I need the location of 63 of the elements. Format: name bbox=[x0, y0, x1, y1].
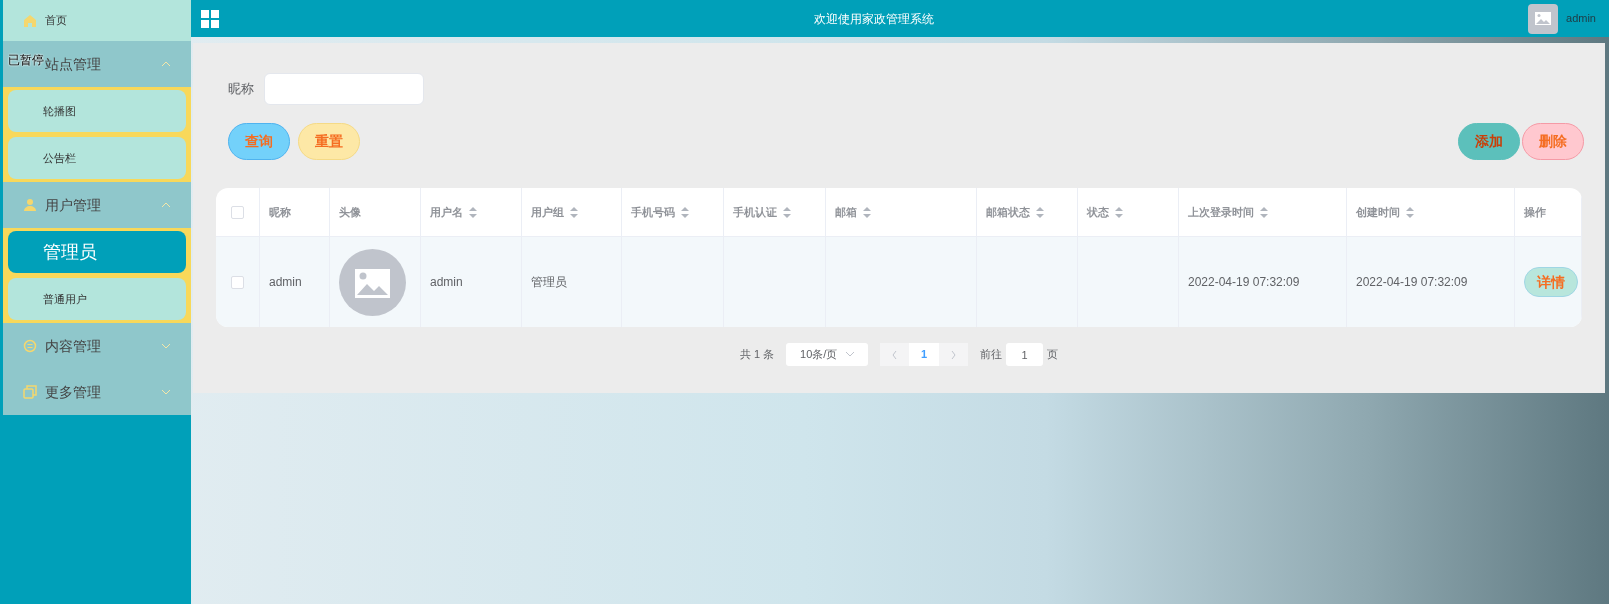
column-header: 手机号码 bbox=[631, 204, 675, 220]
menu-group[interactable]: 内容管理 bbox=[3, 323, 191, 369]
chat-icon bbox=[23, 339, 37, 353]
system-title: 欢迎使用家政管理系统 bbox=[812, 10, 935, 28]
submenu-item[interactable]: 管理员 bbox=[8, 231, 186, 273]
avatar-placeholder-icon bbox=[339, 248, 406, 316]
table-cell-text: 2022-04-19 07:32:09 bbox=[1188, 274, 1300, 291]
sort-icon[interactable] bbox=[1115, 206, 1123, 218]
grid-menu-icon[interactable] bbox=[201, 9, 219, 28]
sort-icon[interactable] bbox=[1406, 206, 1414, 218]
nickname-field[interactable] bbox=[264, 73, 424, 105]
submenu-item[interactable]: 公告栏 bbox=[8, 137, 186, 179]
prev-page-button[interactable] bbox=[880, 343, 910, 366]
sort-icon[interactable] bbox=[681, 206, 689, 218]
page-unit: 页 bbox=[1047, 347, 1059, 363]
goto-page-field[interactable]: 1 bbox=[1006, 343, 1044, 366]
sort-icon[interactable] bbox=[469, 206, 477, 218]
column-header: 用户组 bbox=[531, 204, 564, 220]
submenu-item[interactable]: 普通用户 bbox=[8, 278, 186, 320]
column-header: 邮箱 bbox=[835, 204, 857, 220]
chevron-left-icon bbox=[892, 350, 898, 359]
column-header: 邮箱状态 bbox=[986, 204, 1030, 220]
next-page-button[interactable] bbox=[939, 343, 969, 366]
username: admin bbox=[1566, 11, 1597, 27]
column-header: 创建时间 bbox=[1356, 204, 1400, 220]
column-header: 用户名 bbox=[430, 204, 463, 220]
sort-icon[interactable] bbox=[570, 206, 578, 218]
column-header: 上次登录时间 bbox=[1188, 204, 1254, 220]
copy-icon bbox=[23, 385, 37, 399]
column-header: 手机认证 bbox=[733, 204, 777, 220]
total-count: 共 1 条 bbox=[739, 347, 775, 363]
table-cell-text: 2022-04-19 07:32:09 bbox=[1356, 274, 1468, 291]
menu-item[interactable]: 首页 bbox=[3, 0, 191, 41]
chevron-down-icon bbox=[846, 352, 855, 357]
goto-label: 前往 bbox=[980, 347, 1003, 363]
field-label: 昵称 bbox=[228, 80, 254, 99]
chevron-icon bbox=[161, 343, 171, 349]
page-size-select[interactable]: 10条/页 bbox=[786, 343, 869, 366]
user-icon bbox=[23, 198, 37, 212]
paused-label: 已暂停 bbox=[8, 53, 44, 67]
table-cell-text: admin bbox=[430, 274, 463, 291]
table-cell-text: 管理员 bbox=[531, 274, 567, 291]
sort-icon[interactable] bbox=[783, 206, 791, 218]
home-icon bbox=[23, 13, 37, 28]
user-avatar-icon[interactable] bbox=[1528, 3, 1559, 34]
column-header: 状态 bbox=[1087, 204, 1109, 220]
column-header: 头像 bbox=[339, 204, 361, 220]
submenu-item[interactable]: 轮播图 bbox=[8, 90, 186, 132]
sort-icon[interactable] bbox=[1260, 206, 1268, 218]
sort-icon[interactable] bbox=[1036, 206, 1044, 218]
checkbox[interactable] bbox=[231, 205, 244, 219]
chevron-right-icon bbox=[951, 350, 957, 359]
chevron-icon bbox=[161, 61, 171, 67]
table-cell-text: admin bbox=[269, 274, 302, 291]
column-header: 操作 bbox=[1524, 204, 1546, 220]
menu-group[interactable]: 用户管理 bbox=[3, 182, 191, 228]
chevron-icon bbox=[161, 202, 171, 208]
checkbox[interactable] bbox=[231, 275, 244, 289]
column-header: 昵称 bbox=[269, 204, 291, 220]
sort-icon[interactable] bbox=[863, 206, 871, 218]
page-button[interactable]: 1 bbox=[909, 343, 940, 366]
menu-group[interactable]: 更多管理 bbox=[3, 369, 191, 415]
chevron-icon bbox=[161, 389, 171, 395]
